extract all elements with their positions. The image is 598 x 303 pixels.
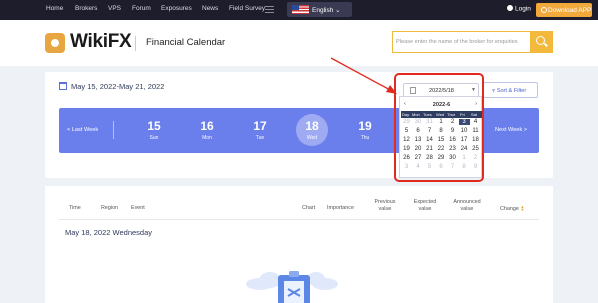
col-importance[interactable]: Importance [327, 205, 354, 212]
col-region[interactable]: Region [101, 205, 118, 212]
col-announced[interactable]: Announced value [449, 199, 485, 213]
section-date: May 18, 2022 Wednesday [65, 228, 153, 237]
header-divider [59, 219, 539, 220]
col-expected[interactable]: Expected value [410, 199, 440, 213]
sort-arrows-icon: ▲ ▼ [520, 204, 525, 212]
col-time[interactable]: Time [69, 205, 81, 212]
col-event[interactable]: Event [131, 205, 145, 212]
empty-state-illustration-icon [246, 271, 338, 303]
col-change[interactable]: Change ▲ ▼ [500, 205, 524, 213]
col-previous[interactable]: Previous value [370, 199, 400, 213]
col-change-label: Change [500, 206, 519, 212]
col-chart[interactable]: Chart [302, 205, 315, 212]
